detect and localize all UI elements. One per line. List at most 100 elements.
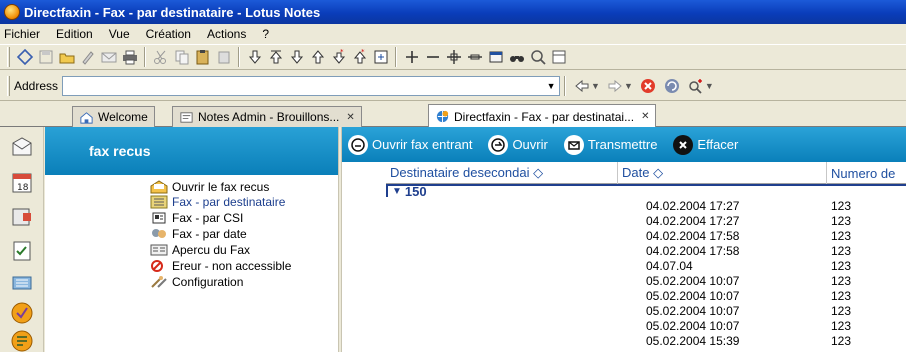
date-cell: 05.02.2004 10:07 bbox=[646, 289, 740, 303]
svg-text:*: * bbox=[361, 48, 365, 56]
numero-cell: 123 bbox=[831, 199, 852, 213]
nav-item-par-csi[interactable]: Fax - par CSI bbox=[150, 210, 243, 225]
ouvrir-fax-entrant-button[interactable]: Ouvrir fax entrant bbox=[348, 134, 472, 155]
arrow-down-next-icon[interactable] bbox=[286, 47, 307, 68]
menu-fichier[interactable]: Fichier bbox=[0, 27, 48, 41]
tab-label: Directfaxin - Fax - par destinatai... bbox=[454, 109, 635, 124]
refresh-view-icon[interactable] bbox=[370, 47, 391, 68]
table-row[interactable]: 04.07.04 123 bbox=[386, 259, 906, 274]
category-row[interactable]: ▼ 150 bbox=[386, 184, 906, 199]
paste-special-icon[interactable] bbox=[213, 47, 234, 68]
column-header-numero[interactable]: Numero de bbox=[827, 162, 906, 184]
properties-icon[interactable] bbox=[485, 47, 506, 68]
column-header-destinataire[interactable]: Destinataire desecondai ◇ bbox=[386, 162, 618, 184]
calendar-bookmark-icon[interactable]: 18 bbox=[10, 171, 34, 195]
tab-directfaxin[interactable]: Directfaxin - Fax - par destinatai... ✕ bbox=[428, 104, 657, 128]
todo-bookmark-icon[interactable] bbox=[10, 239, 34, 263]
search-icon[interactable] bbox=[527, 47, 548, 68]
date-cell: 05.02.2004 10:07 bbox=[646, 274, 740, 288]
toolbar-separator bbox=[144, 47, 146, 67]
cut-icon[interactable] bbox=[150, 47, 171, 68]
table-row[interactable]: 05.02.2004 10:07 123 bbox=[386, 274, 906, 289]
chevron-down-icon[interactable]: ▼ bbox=[543, 77, 559, 95]
databases-bookmark-icon[interactable] bbox=[10, 329, 34, 352]
numero-cell: 123 bbox=[831, 244, 852, 258]
menu-edition[interactable]: Edition bbox=[48, 27, 101, 41]
numero-cell: 123 bbox=[831, 289, 852, 303]
tab-welcome[interactable]: Welcome bbox=[72, 106, 155, 127]
toolbar-grip[interactable] bbox=[7, 47, 10, 67]
unread-down-icon[interactable]: * bbox=[328, 47, 349, 68]
menu-vue[interactable]: Vue bbox=[101, 27, 138, 41]
nav-item-ouvrir-fax[interactable]: Ouvrir le fax recus bbox=[150, 179, 269, 194]
date-cell: 04.02.2004 17:58 bbox=[646, 229, 740, 243]
table-row[interactable]: 05.02.2004 10:07 123 bbox=[386, 289, 906, 304]
paste-icon[interactable] bbox=[192, 47, 213, 68]
address-input[interactable]: ▼ bbox=[62, 75, 561, 96]
edit-icon[interactable] bbox=[77, 47, 98, 68]
toolbar: * * bbox=[0, 44, 906, 70]
envelope-icon bbox=[150, 179, 168, 194]
table-row[interactable]: 04.02.2004 17:27 123 bbox=[386, 214, 906, 229]
contacts-bookmark-icon[interactable] bbox=[10, 205, 34, 229]
table-row[interactable]: 05.02.2004 10:07 123 bbox=[386, 304, 906, 319]
twistie-icon[interactable]: ▼ bbox=[392, 186, 402, 197]
arrow-up-icon[interactable] bbox=[307, 47, 328, 68]
collapse-icon[interactable] bbox=[422, 47, 443, 68]
table-row[interactable]: 04.02.2004 17:58 123 bbox=[386, 229, 906, 244]
tab-label: Notes Admin - Brouillons... bbox=[198, 110, 340, 124]
table-row[interactable]: 04.02.2004 17:27 123 bbox=[386, 199, 906, 214]
table-row[interactable]: 04.02.2004 17:58 123 bbox=[386, 244, 906, 259]
mail-icon[interactable] bbox=[98, 47, 119, 68]
column-header-date[interactable]: Date ◇ bbox=[618, 162, 827, 184]
save-icon[interactable] bbox=[35, 47, 56, 68]
nav-item-par-destinataire[interactable]: Fax - par destinataire bbox=[150, 194, 286, 209]
expand-all-icon[interactable] bbox=[443, 47, 464, 68]
unread-up-icon[interactable]: * bbox=[349, 47, 370, 68]
transmettre-button[interactable]: Transmettre bbox=[563, 134, 657, 155]
nav-item-configuration[interactable]: Configuration bbox=[150, 274, 243, 289]
close-icon[interactable]: ✕ bbox=[641, 111, 649, 122]
copy-icon[interactable] bbox=[171, 47, 192, 68]
table-row[interactable]: 05.02.2004 15:39 123 bbox=[386, 334, 906, 349]
ouvrir-button[interactable]: Ouvrir bbox=[488, 134, 548, 155]
arrow-up-top-icon[interactable] bbox=[265, 47, 286, 68]
close-icon[interactable]: ✕ bbox=[346, 112, 354, 123]
lotus-notes-icon[interactable] bbox=[4, 4, 20, 20]
favorites-bookmark-icon[interactable] bbox=[10, 301, 34, 325]
open-icon bbox=[488, 134, 509, 155]
view-pane: Destinataire desecondai ◇ Date ◇ Numero … bbox=[342, 162, 906, 352]
tab-notes-admin[interactable]: Notes Admin - Brouillons... ✕ bbox=[172, 106, 362, 127]
print-icon[interactable] bbox=[119, 47, 140, 68]
find-binoculars-icon[interactable] bbox=[506, 47, 527, 68]
nav-item-par-date[interactable]: Fax - par date bbox=[150, 226, 247, 241]
effacer-button[interactable]: Effacer bbox=[673, 134, 738, 155]
date-cell: 04.02.2004 17:58 bbox=[646, 244, 740, 258]
open-folder-icon[interactable] bbox=[56, 47, 77, 68]
window-icon[interactable] bbox=[548, 47, 569, 68]
menu-help[interactable]: ? bbox=[254, 27, 277, 41]
replication-bookmark-icon[interactable] bbox=[10, 271, 34, 295]
svg-text:*: * bbox=[340, 48, 344, 56]
back-icon[interactable]: ▼ bbox=[570, 76, 603, 96]
address-grip[interactable] bbox=[7, 75, 10, 96]
refresh-icon[interactable] bbox=[660, 76, 684, 96]
fax-globe-icon bbox=[436, 110, 449, 123]
toolbar-separator bbox=[395, 47, 397, 67]
menu-creation[interactable]: Création bbox=[138, 27, 199, 41]
expand-icon[interactable] bbox=[401, 47, 422, 68]
nav-item-erreur[interactable]: Ereur - non accessible bbox=[150, 258, 291, 273]
arrow-down-icon[interactable] bbox=[244, 47, 265, 68]
search-menu-icon[interactable]: ▼ bbox=[684, 76, 717, 96]
stop-icon[interactable] bbox=[636, 76, 660, 96]
nav-item-apercu[interactable]: Apercu du Fax bbox=[150, 242, 250, 257]
menu-actions[interactable]: Actions bbox=[199, 27, 254, 41]
diamond-icon[interactable] bbox=[14, 47, 35, 68]
forward-icon[interactable]: ▼ bbox=[603, 76, 636, 96]
calendar-people-icon bbox=[150, 227, 168, 241]
mail-bookmark-icon[interactable] bbox=[10, 135, 34, 159]
collapse-all-icon[interactable] bbox=[464, 47, 485, 68]
table-row[interactable]: 05.02.2004 10:07 123 bbox=[386, 319, 906, 334]
navigator-header: fax recus bbox=[45, 127, 338, 175]
bookmark-bar: 18 bbox=[0, 127, 44, 352]
